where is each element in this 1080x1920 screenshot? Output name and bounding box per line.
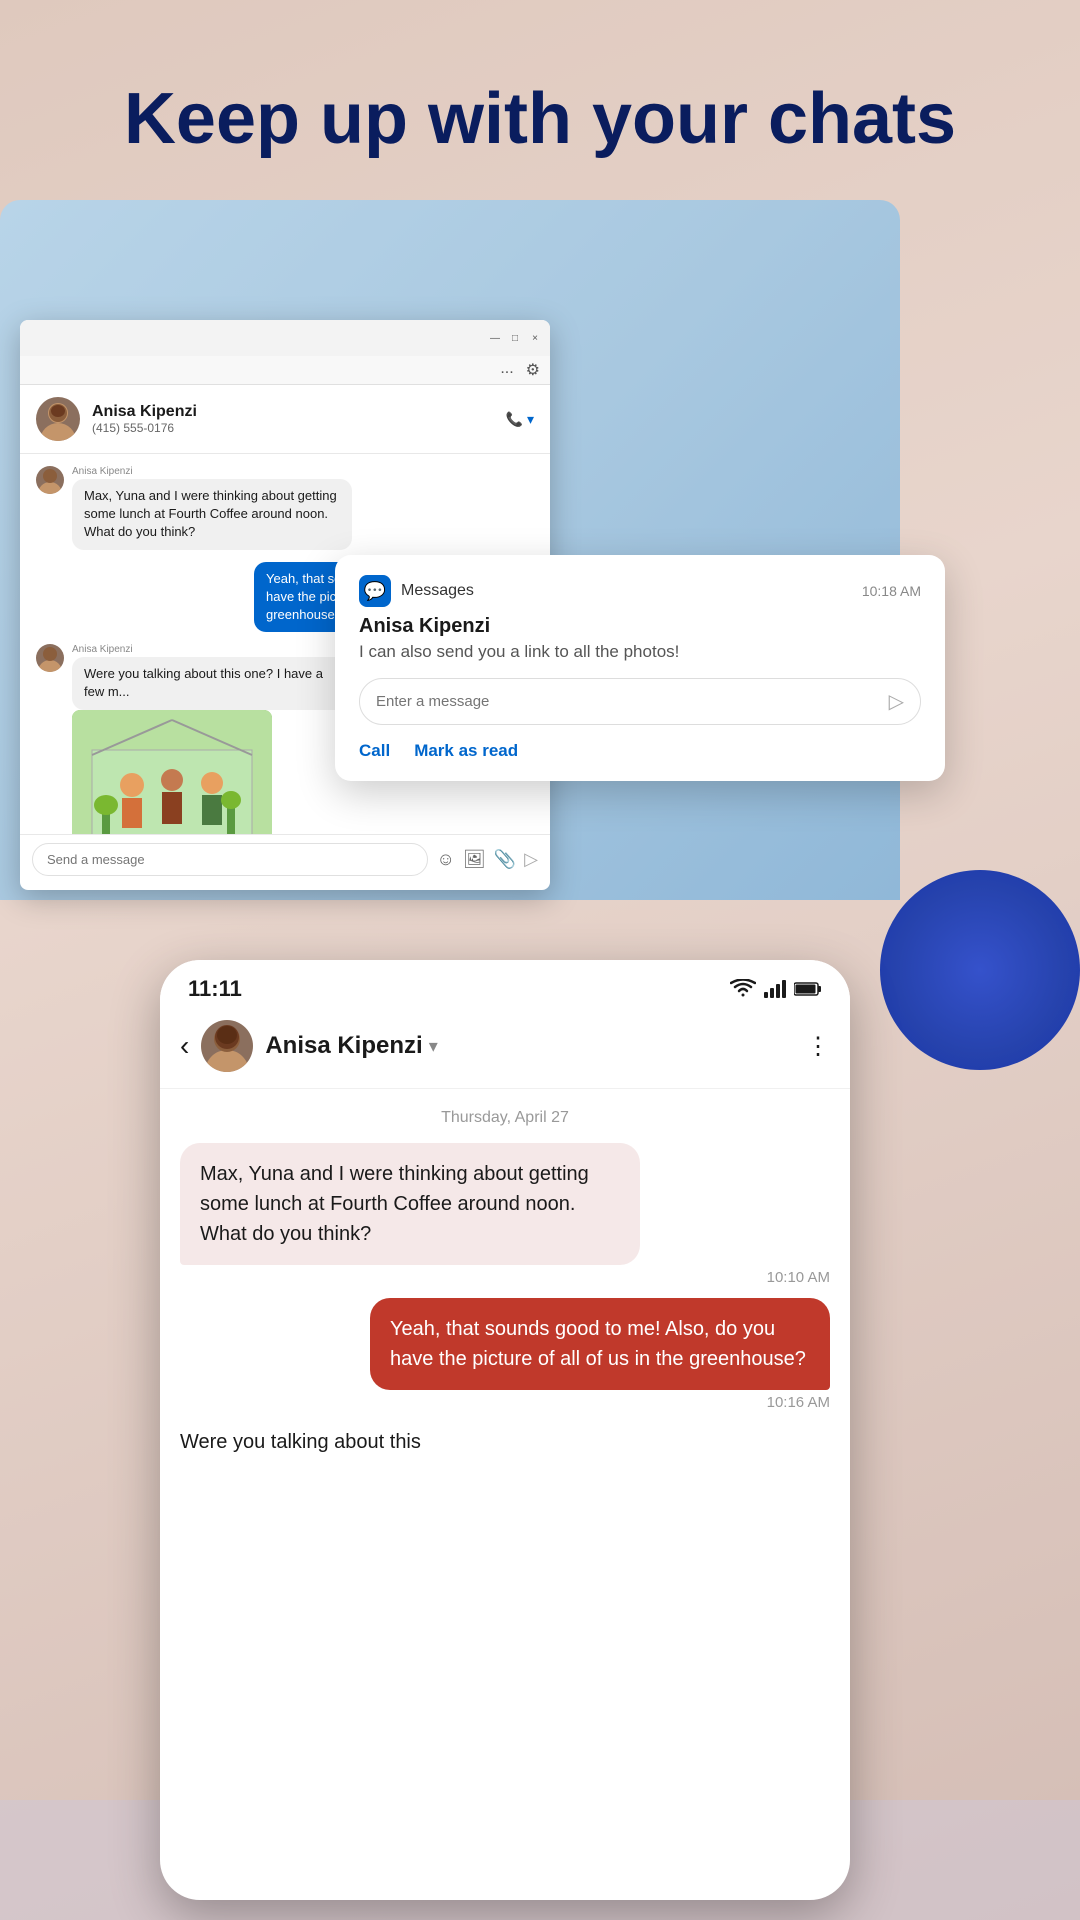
win-message-group-content-2: Anisa Kipenzi Were you talking about thi… [72,644,352,834]
notif-app-info: 💬 Messages [359,575,474,607]
notification-popup: 💬 Messages 10:18 AM Anisa Kipenzi I can … [335,555,945,781]
win-contact-info: Anisa Kipenzi (415) 555-0176 [92,403,494,435]
call-dropdown-icon: ▾ [527,411,534,428]
notif-mark-read-button[interactable]: Mark as read [414,741,518,761]
notif-time: 10:18 AM [862,583,921,599]
win-message-group-content-1: Anisa Kipenzi Max, Yuna and I were think… [72,466,352,550]
phone-contact-dropdown-icon[interactable]: ▾ [429,1036,438,1057]
win-contact-name: Anisa Kipenzi [92,403,494,421]
phone-sent-bubble-1: Yeah, that sounds good to me! Also, do y… [370,1298,830,1390]
window-titlebar: — □ × [20,320,550,356]
phone-icon: 📞 [506,411,523,428]
maximize-button[interactable]: □ [508,331,522,345]
notif-call-button[interactable]: Call [359,741,390,761]
phone-message-received-1: Max, Yuna and I were thinking about gett… [180,1143,830,1286]
win-small-avatar-2 [36,644,64,672]
notif-reply-input[interactable] [376,693,881,710]
window-menubar: ... ⚙ [20,356,550,385]
phone-contact-name-text: Anisa Kipenzi [265,1032,422,1060]
phone-more-button[interactable]: ⋮ [806,1032,830,1061]
phone-chat-header: ‹ Anisa Kipenzi ▾ ⋮ [160,1010,850,1089]
notif-message: I can also send you a link to all the ph… [359,642,921,662]
win-call-button[interactable]: 📞 ▾ [506,411,534,428]
win-contact-avatar [36,397,80,441]
hero-title: Keep up with your chats [0,0,1080,189]
win-send-icon[interactable]: ▷ [524,849,538,870]
win-contact-phone: (415) 555-0176 [92,421,494,435]
win-message-bubble-2: Were you talking about this one? I have … [72,657,352,709]
win-contact-header: Anisa Kipenzi (415) 555-0176 📞 ▾ [20,385,550,454]
attachment-icon[interactable]: 📎 [494,849,516,870]
phone-message-partial: Were you talking about this [180,1423,830,1462]
win-message-received-1: Anisa Kipenzi Max, Yuna and I were think… [36,466,534,550]
win-message-bubble-1: Max, Yuna and I were thinking about gett… [72,479,352,550]
notif-app-icon: 💬 [359,575,391,607]
blue-decorative-shape [880,870,1080,1070]
phone-status-icons [730,979,822,999]
phone-screen: 11:11 ‹ [160,960,850,1900]
win-sender-name-2: Anisa Kipenzi [72,644,352,655]
phone-status-time: 11:11 [188,976,242,1002]
messages-icon: 💬 [364,581,386,602]
greenhouse-image [72,710,272,835]
settings-icon[interactable]: ⚙ [526,360,540,380]
minimize-button[interactable]: — [488,331,502,345]
battery-icon [794,981,822,997]
greenhouse-illustration [72,710,272,835]
notif-sender: Anisa Kipenzi [359,615,921,638]
ellipsis-menu-icon[interactable]: ... [500,360,513,380]
notif-app-name: Messages [401,582,474,600]
phone-date-separator: Thursday, April 27 [160,1089,850,1143]
win-input-icons: ☺ 🖼 📎 [436,849,516,870]
phone-message-sent-1: Yeah, that sounds good to me! Also, do y… [180,1298,830,1411]
notif-input-area[interactable]: ▷ [359,678,921,725]
notif-actions: Call Mark as read [359,741,921,761]
signal-icon [764,980,786,998]
phone-received-bubble-1: Max, Yuna and I were thinking about gett… [180,1143,640,1265]
wifi-icon [730,979,756,999]
win-message-input[interactable] [32,843,428,876]
notif-header: 💬 Messages 10:18 AM [359,575,921,607]
phone-back-button[interactable]: ‹ [180,1030,189,1062]
phone-partial-text: Were you talking about this [180,1423,830,1462]
phone-message-time-1: 10:10 AM [180,1269,830,1286]
phone-chat-area: Max, Yuna and I were thinking about gett… [160,1143,850,1462]
image-icon[interactable]: 🖼 [463,849,486,870]
close-button[interactable]: × [528,331,542,345]
phone-chat-avatar [201,1020,253,1072]
win-sender-name-1: Anisa Kipenzi [72,466,352,477]
win-input-area: ☺ 🖼 📎 ▷ [20,834,550,884]
phone-status-bar: 11:11 [160,960,850,1010]
notif-send-button[interactable]: ▷ [889,689,904,714]
win-small-avatar-1 [36,466,64,494]
emoji-icon[interactable]: ☺ [436,849,454,870]
phone-sent-time-1: 10:16 AM [767,1394,830,1411]
phone-chat-name: Anisa Kipenzi ▾ [265,1032,794,1060]
